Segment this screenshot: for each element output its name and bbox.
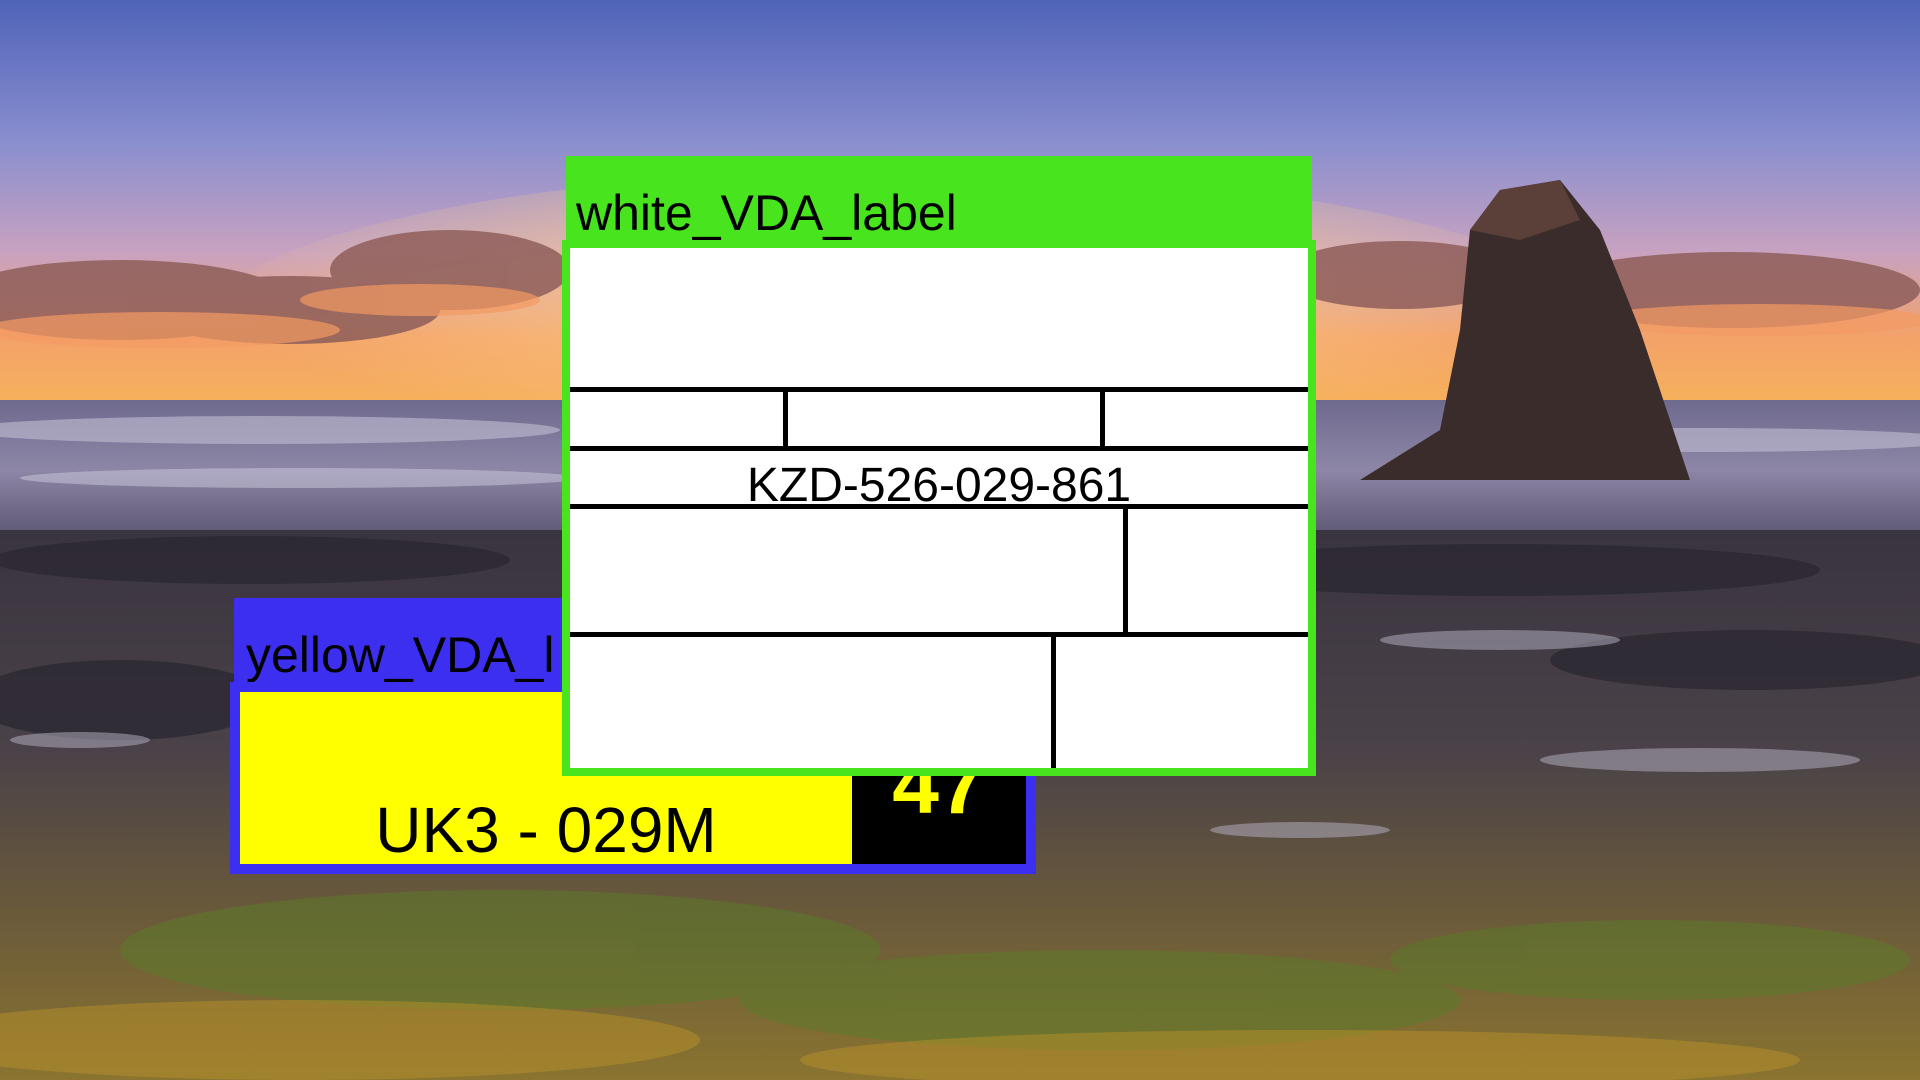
yellow-vda-label-title: yellow_VDA_l [246, 627, 555, 683]
white-vda-label-header: white_VDA_label [566, 156, 1312, 248]
grid-line [1051, 635, 1056, 768]
grid-line [570, 446, 1308, 451]
grid-line [1100, 390, 1105, 448]
yellow-vda-label-header: yellow_VDA_l [234, 598, 574, 690]
grid-line [570, 387, 1308, 392]
yellow-label-code: UK3 - 029M [375, 794, 717, 866]
white-label-code: KZD-526-029-861 [746, 459, 1132, 512]
grid-line [783, 390, 788, 448]
white-vda-label-title: white_VDA_label [576, 185, 957, 241]
grid-line [1123, 507, 1128, 634]
white-vda-label-box: KZD-526-029-861 [562, 240, 1316, 776]
grid-line [570, 632, 1308, 637]
